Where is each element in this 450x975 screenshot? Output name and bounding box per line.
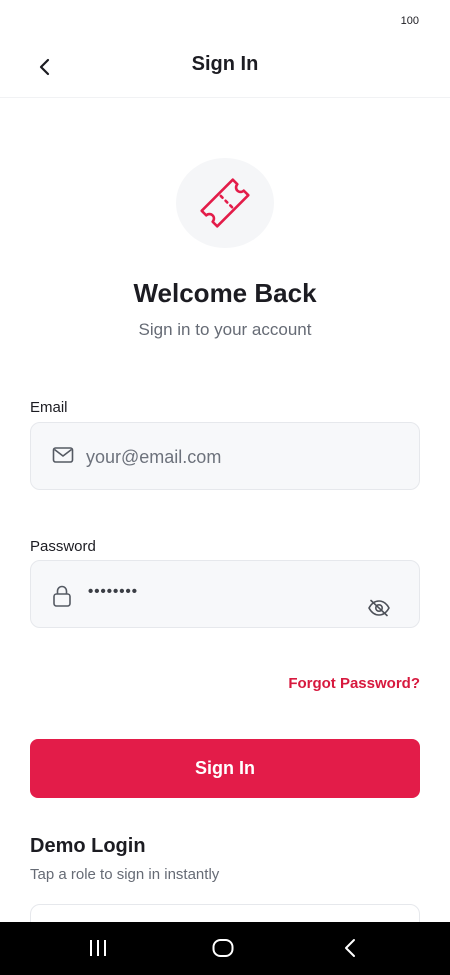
- lock-icon: [52, 585, 72, 607]
- email-input[interactable]: [86, 443, 403, 471]
- recents-icon: [90, 940, 106, 956]
- sign-in-screen: 100 Sign In Welcome Back Sign in to your…: [0, 0, 450, 975]
- back-icon: [345, 939, 355, 957]
- password-input[interactable]: ••••••••: [88, 583, 138, 600]
- demo-login-title: Demo Login: [30, 835, 146, 857]
- page-title: Sign In: [191, 53, 259, 75]
- battery-level: 100: [400, 15, 419, 27]
- back-nav-button[interactable]: [341, 938, 359, 958]
- home-button[interactable]: [211, 938, 235, 958]
- home-icon: [212, 939, 234, 957]
- app-header: Sign In: [0, 40, 450, 98]
- sign-in-button[interactable]: Sign In: [30, 739, 420, 798]
- status-bar: 100: [0, 0, 450, 40]
- ticket-icon: [200, 178, 250, 228]
- welcome-title: Welcome Back: [133, 278, 317, 308]
- password-field[interactable]: ••••••••: [30, 560, 420, 628]
- logo-badge: [176, 158, 274, 248]
- password-label: Password: [30, 538, 96, 555]
- eye-off-icon[interactable]: [367, 599, 391, 617]
- demo-login-subtitle: Tap a role to sign in instantly: [30, 866, 220, 883]
- mail-icon: [52, 446, 74, 464]
- recents-button[interactable]: [87, 938, 109, 958]
- system-nav-bar: [0, 922, 450, 975]
- welcome-subtitle: Sign in to your account: [138, 320, 312, 339]
- email-label: Email: [30, 399, 68, 416]
- forgot-password-link[interactable]: Forgot Password?: [288, 675, 420, 692]
- email-field[interactable]: [30, 422, 420, 490]
